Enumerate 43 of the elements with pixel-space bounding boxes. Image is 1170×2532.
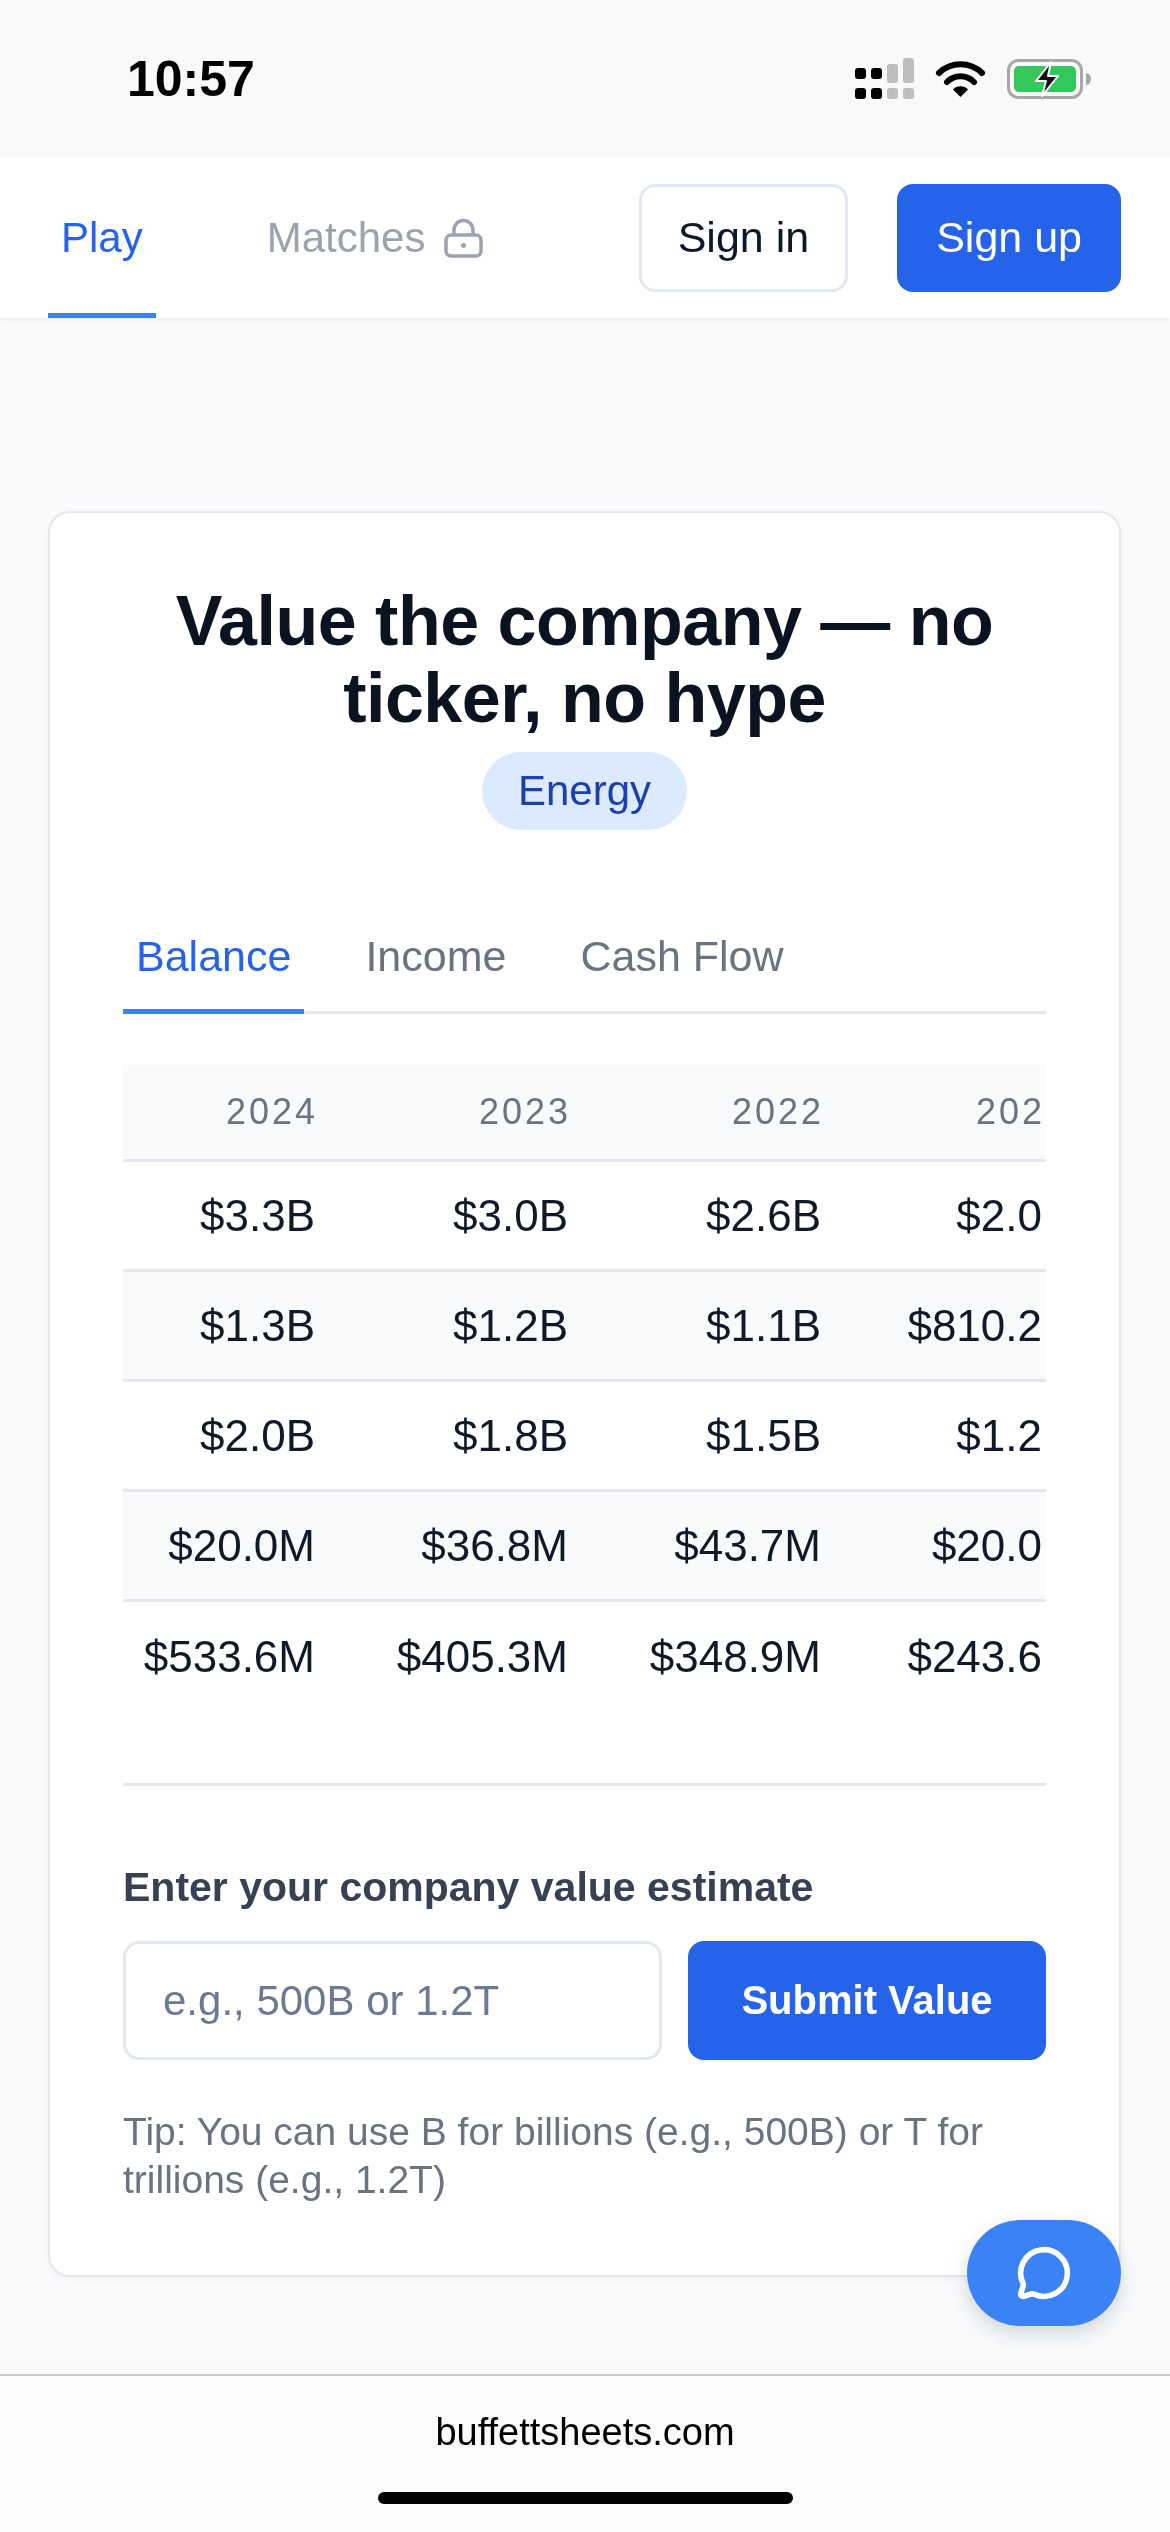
column-header: 2022 [730,1091,825,1133]
column-header: 2024 [224,1091,319,1133]
card-title: Value the company — no ticker, no hype [174,583,995,737]
table-cell-text: $20.0M [167,1520,316,1571]
tip-text: Tip: You can use B for billions (e.g., 500B) or T for trillions (e.g., 1.2T) [123,2109,984,2203]
url-text[interactable]: buffettsheets.com [435,2409,735,2455]
table-cell-text: $1.2 [955,1410,1043,1461]
sign-up-button[interactable]: Sign up [897,183,1121,292]
table-cell-text: $348.9M [648,1632,822,1682]
category-badge: Energy [481,752,688,830]
chat-bubble-icon [1016,2245,1072,2301]
table-cell-text: $20.0 [930,1520,1043,1571]
table-cell-text: $1.1B [705,1300,822,1351]
table-cell-text: $43.7M [673,1520,822,1571]
chat-button[interactable] [967,2220,1121,2326]
statement-tab[interactable]: Cash Flow [567,905,797,1014]
clock-time: 10:57 [127,53,255,104]
value-input[interactable]: e.g., 500B or 1.2T [123,1941,662,2060]
table-cell-text: $3.0B [452,1190,569,1241]
table-cell-text: $2.0B [199,1410,316,1461]
table-cell-text: $1.5B [705,1410,822,1461]
table-cell-text: $810.2 [906,1300,1043,1351]
column-header: 2023 [477,1091,572,1133]
table-cell-text: $1.2B [452,1300,569,1351]
statement-tab[interactable]: Income [352,905,520,1014]
table-cell-text: $405.3M [395,1632,569,1682]
table-cell-text: $243.6 [906,1632,1043,1682]
battery-icon [1007,58,1091,99]
table-cell-text: $2.6B [705,1190,822,1241]
table-cell-text: $533.6M [142,1632,316,1682]
nav-tab[interactable]: Play [48,157,156,318]
table-cell-text: $1.3B [199,1300,316,1351]
wifi-icon [935,59,986,98]
sign-in-button[interactable]: Sign in [638,183,849,292]
table-cell-text: $36.8M [420,1520,569,1571]
table-cell-text: $2.0 [955,1190,1043,1241]
statement-tab[interactable]: Balance [123,905,305,1014]
estimate-label: Enter your company value estimate [123,1863,815,1912]
submit-button[interactable]: Submit Value [688,1941,1046,2060]
table-cell-text: $3.3B [199,1190,316,1241]
signal-icon [855,58,914,99]
table-cell-text: $1.8B [452,1410,569,1461]
column-header: 202 [974,1091,1046,1133]
